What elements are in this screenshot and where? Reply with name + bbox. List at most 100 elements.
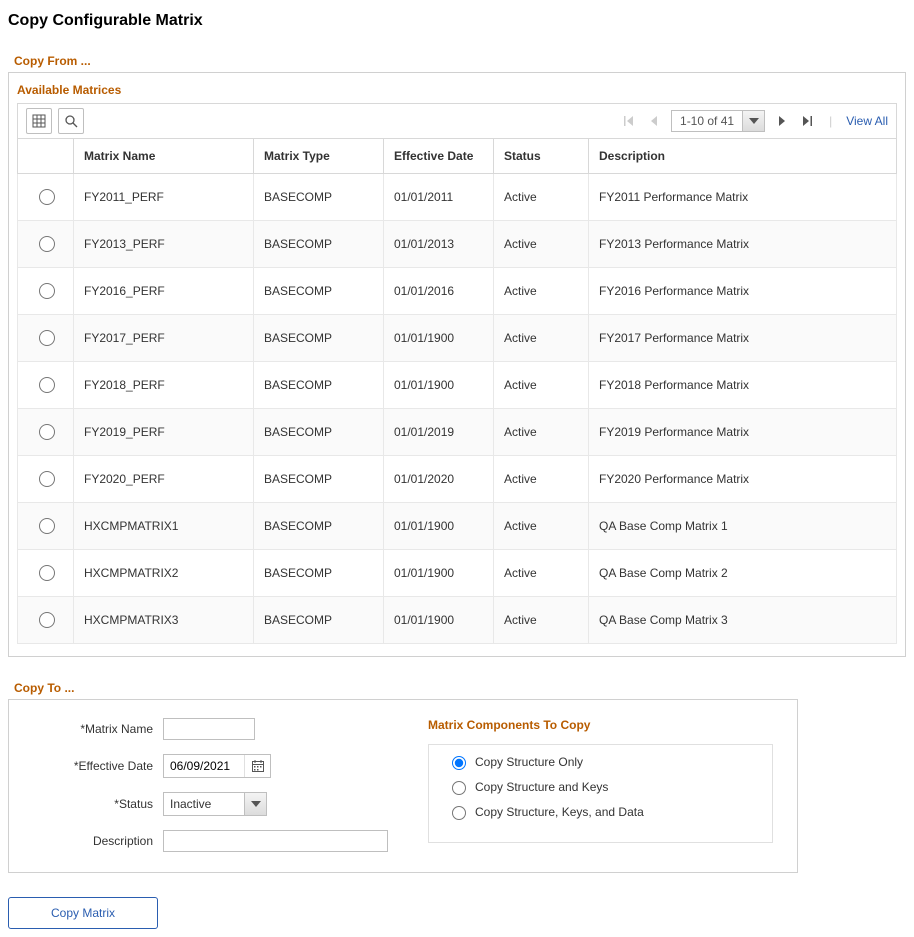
cell-matrix-name: FY2017_PERF — [74, 315, 254, 362]
cell-description: QA Base Comp Matrix 1 — [589, 503, 897, 550]
grid-search-button[interactable] — [58, 108, 84, 134]
calendar-icon — [251, 759, 265, 773]
cell-matrix-type: BASECOMP — [254, 550, 384, 597]
select-row-radio[interactable] — [39, 330, 55, 346]
grid-settings-icon — [32, 114, 46, 128]
chevron-down-icon — [244, 793, 266, 815]
cell-status: Active — [494, 550, 589, 597]
select-row-radio[interactable] — [39, 189, 55, 205]
calendar-button[interactable] — [244, 755, 270, 777]
cell-status: Active — [494, 597, 589, 644]
grid-first-icon[interactable] — [621, 115, 637, 127]
col-effective-date[interactable]: Effective Date — [384, 139, 494, 174]
matrix-name-input[interactable] — [163, 718, 255, 740]
cell-matrix-type: BASECOMP — [254, 409, 384, 456]
col-matrix-name[interactable]: Matrix Name — [74, 139, 254, 174]
table-row: HXCMPMATRIX1BASECOMP01/01/1900ActiveQA B… — [18, 503, 897, 550]
col-matrix-type[interactable]: Matrix Type — [254, 139, 384, 174]
cell-effective-date: 01/01/1900 — [384, 597, 494, 644]
description-label: Description — [33, 834, 153, 848]
cell-matrix-type: BASECOMP — [254, 221, 384, 268]
cell-effective-date: 01/01/1900 — [384, 550, 494, 597]
cell-description: FY2018 Performance Matrix — [589, 362, 897, 409]
grid-toolbar: 1-10 of 41 | View All — [17, 103, 897, 138]
col-description[interactable]: Description — [589, 139, 897, 174]
cell-matrix-name: FY2020_PERF — [74, 456, 254, 503]
grid-last-icon[interactable] — [799, 115, 815, 127]
cell-effective-date: 01/01/2011 — [384, 174, 494, 221]
cell-effective-date: 01/01/2019 — [384, 409, 494, 456]
available-matrices-title: Available Matrices — [17, 83, 897, 97]
select-row-radio[interactable] — [39, 565, 55, 581]
cell-status: Active — [494, 174, 589, 221]
cell-effective-date: 01/01/2013 — [384, 221, 494, 268]
cell-status: Active — [494, 221, 589, 268]
grid-range-select[interactable]: 1-10 of 41 — [671, 110, 765, 132]
select-row-radio[interactable] — [39, 518, 55, 534]
select-row-radio[interactable] — [39, 236, 55, 252]
cell-description: FY2017 Performance Matrix — [589, 315, 897, 362]
copy-keys-label: Copy Structure and Keys — [475, 780, 608, 794]
table-row: FY2019_PERFBASECOMP01/01/2019ActiveFY201… — [18, 409, 897, 456]
cell-matrix-type: BASECOMP — [254, 503, 384, 550]
select-row-radio[interactable] — [39, 471, 55, 487]
cell-effective-date: 01/01/1900 — [384, 503, 494, 550]
cell-effective-date: 01/01/1900 — [384, 362, 494, 409]
grid-prev-icon[interactable] — [647, 115, 661, 127]
view-all-link[interactable]: View All — [846, 114, 888, 128]
grid-next-icon[interactable] — [775, 115, 789, 127]
description-input[interactable] — [163, 830, 388, 852]
cell-matrix-type: BASECOMP — [254, 362, 384, 409]
page-title: Copy Configurable Matrix — [8, 12, 906, 30]
cell-matrix-type: BASECOMP — [254, 315, 384, 362]
select-row-radio[interactable] — [39, 424, 55, 440]
table-row: FY2017_PERFBASECOMP01/01/1900ActiveFY201… — [18, 315, 897, 362]
table-row: FY2013_PERFBASECOMP01/01/2013ActiveFY201… — [18, 221, 897, 268]
copy-data-radio[interactable] — [452, 806, 466, 820]
cell-matrix-name: HXCMPMATRIX1 — [74, 503, 254, 550]
copy-from-label: Copy From ... — [14, 54, 906, 68]
copy-structure-radio[interactable] — [452, 756, 466, 770]
copy-to-section: Matrix Name Effective Date — [8, 699, 798, 873]
cell-matrix-name: HXCMPMATRIX2 — [74, 550, 254, 597]
copy-to-label: Copy To ... — [14, 681, 906, 695]
cell-matrix-type: BASECOMP — [254, 268, 384, 315]
status-select[interactable]: Inactive — [163, 792, 267, 816]
cell-matrix-name: FY2013_PERF — [74, 221, 254, 268]
copy-matrix-button[interactable]: Copy Matrix — [8, 897, 158, 929]
cell-description: QA Base Comp Matrix 3 — [589, 597, 897, 644]
cell-description: FY2019 Performance Matrix — [589, 409, 897, 456]
copy-keys-radio[interactable] — [452, 781, 466, 795]
table-row: HXCMPMATRIX2BASECOMP01/01/1900ActiveQA B… — [18, 550, 897, 597]
cell-effective-date: 01/01/2020 — [384, 456, 494, 503]
col-status[interactable]: Status — [494, 139, 589, 174]
select-row-radio[interactable] — [39, 377, 55, 393]
cell-matrix-name: FY2011_PERF — [74, 174, 254, 221]
grid-settings-button[interactable] — [26, 108, 52, 134]
search-icon — [64, 114, 78, 128]
status-value: Inactive — [164, 793, 244, 815]
cell-status: Active — [494, 268, 589, 315]
copy-data-label: Copy Structure, Keys, and Data — [475, 805, 644, 819]
copy-structure-label: Copy Structure Only — [475, 755, 583, 769]
cell-effective-date: 01/01/1900 — [384, 315, 494, 362]
cell-description: FY2020 Performance Matrix — [589, 456, 897, 503]
components-groupbox: Copy Structure Only Copy Structure and K… — [428, 744, 773, 843]
col-select — [18, 139, 74, 174]
cell-description: FY2013 Performance Matrix — [589, 221, 897, 268]
status-label: Status — [33, 797, 153, 811]
cell-matrix-type: BASECOMP — [254, 456, 384, 503]
effective-date-input[interactable] — [164, 755, 244, 777]
chevron-down-icon — [742, 111, 764, 131]
cell-description: FY2011 Performance Matrix — [589, 174, 897, 221]
table-row: FY2018_PERFBASECOMP01/01/1900ActiveFY201… — [18, 362, 897, 409]
cell-status: Active — [494, 362, 589, 409]
cell-matrix-type: BASECOMP — [254, 597, 384, 644]
select-row-radio[interactable] — [39, 612, 55, 628]
effective-date-label: Effective Date — [33, 759, 153, 773]
table-row: FY2020_PERFBASECOMP01/01/2020ActiveFY202… — [18, 456, 897, 503]
select-row-radio[interactable] — [39, 283, 55, 299]
cell-matrix-name: HXCMPMATRIX3 — [74, 597, 254, 644]
cell-description: FY2016 Performance Matrix — [589, 268, 897, 315]
copy-from-section: Available Matrices — [8, 72, 906, 657]
